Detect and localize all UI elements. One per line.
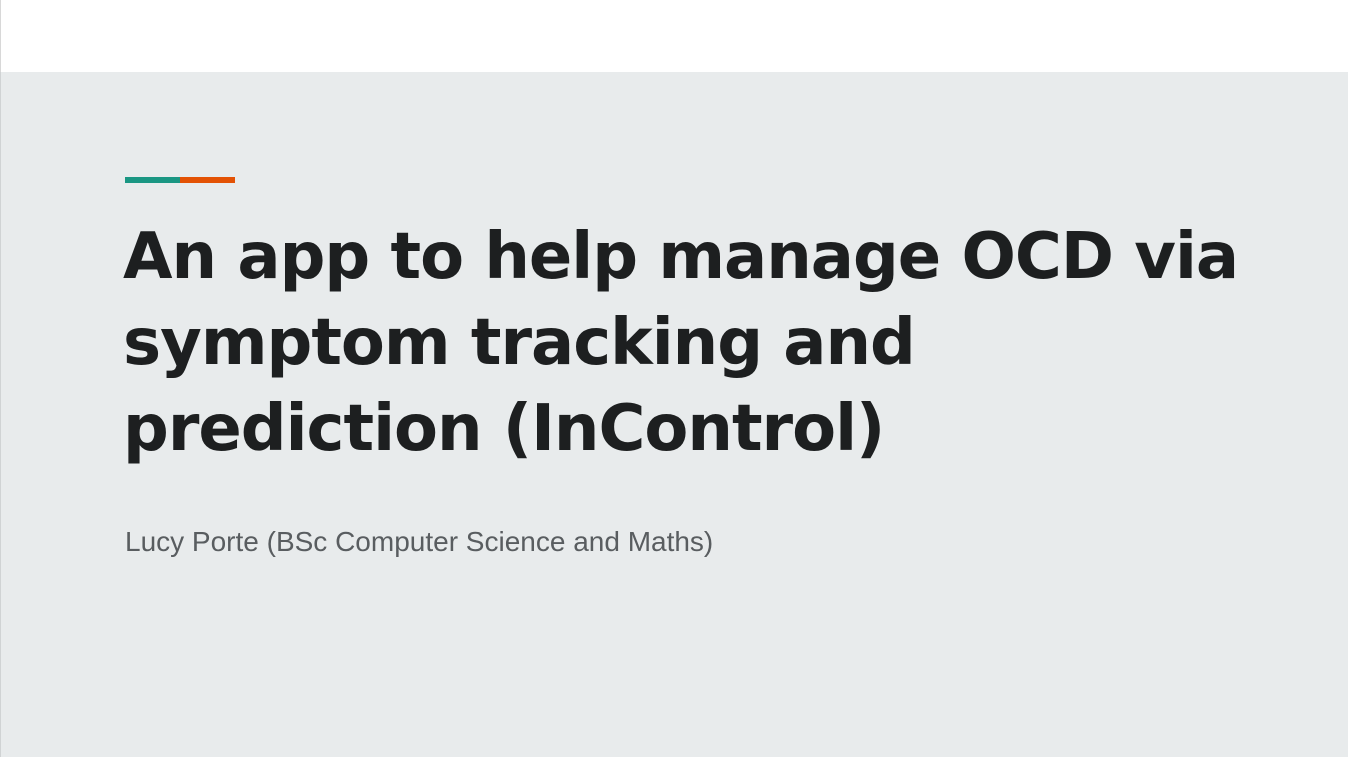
title-slide[interactable]: An app to help manage OCD via symptom tr… [0, 72, 1348, 757]
toolbar-area [0, 0, 1348, 72]
slide-title[interactable]: An app to help manage OCD via symptom tr… [123, 214, 1243, 472]
slide-title-line-2: symptom tracking and [123, 306, 916, 380]
slide-title-line-3: prediction (InControl) [123, 392, 885, 466]
accent-line-teal [125, 177, 180, 183]
slide-title-line-1: An app to help manage OCD via [123, 220, 1239, 294]
accent-line [125, 177, 235, 183]
slide-subtitle[interactable]: Lucy Porte (BSc Computer Science and Mat… [125, 524, 713, 560]
accent-line-orange [180, 177, 235, 183]
